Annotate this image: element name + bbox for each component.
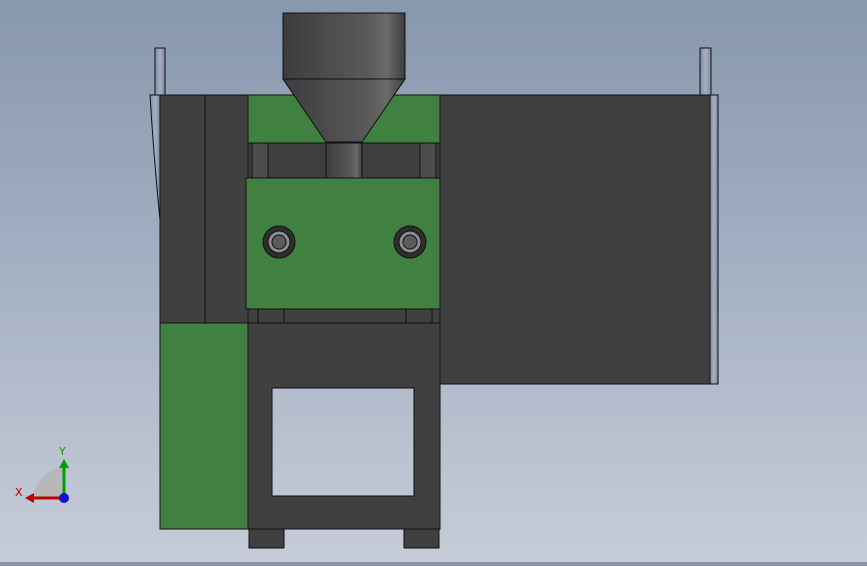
- triad-z-axis-icon: [59, 493, 69, 503]
- left-tie-rod: [251, 142, 269, 179]
- triad-y-label: Y: [58, 445, 66, 458]
- triad-plane-quadrant: [34, 468, 64, 498]
- right-guard-strip: [709, 94, 719, 385]
- right-foot: [403, 528, 440, 549]
- lower-frame: [247, 322, 441, 530]
- machine-model-drawing[interactable]: Y X: [0, 0, 867, 562]
- lower-green-panel: [159, 322, 249, 530]
- nozzle-neck: [325, 142, 363, 179]
- left-dark-column: [159, 94, 249, 324]
- hopper-cylinder: [282, 12, 406, 80]
- right-dark-panel: [439, 94, 711, 385]
- orientation-triad[interactable]: Y X: [15, 445, 69, 503]
- lower-connector-band: [247, 308, 441, 324]
- right-bolt-icon: [393, 225, 427, 259]
- triad-y-arrow-icon: [59, 459, 69, 468]
- left-curved-guard: [149, 94, 161, 221]
- left-bolt-icon: [262, 225, 296, 259]
- triad-x-arrow-icon: [25, 493, 34, 503]
- triad-x-label: X: [15, 486, 23, 499]
- left-rail: [154, 47, 166, 97]
- right-rail: [699, 47, 712, 97]
- right-tie-rod: [419, 142, 437, 179]
- cad-viewport[interactable]: Y X: [0, 0, 867, 562]
- left-foot: [248, 528, 285, 549]
